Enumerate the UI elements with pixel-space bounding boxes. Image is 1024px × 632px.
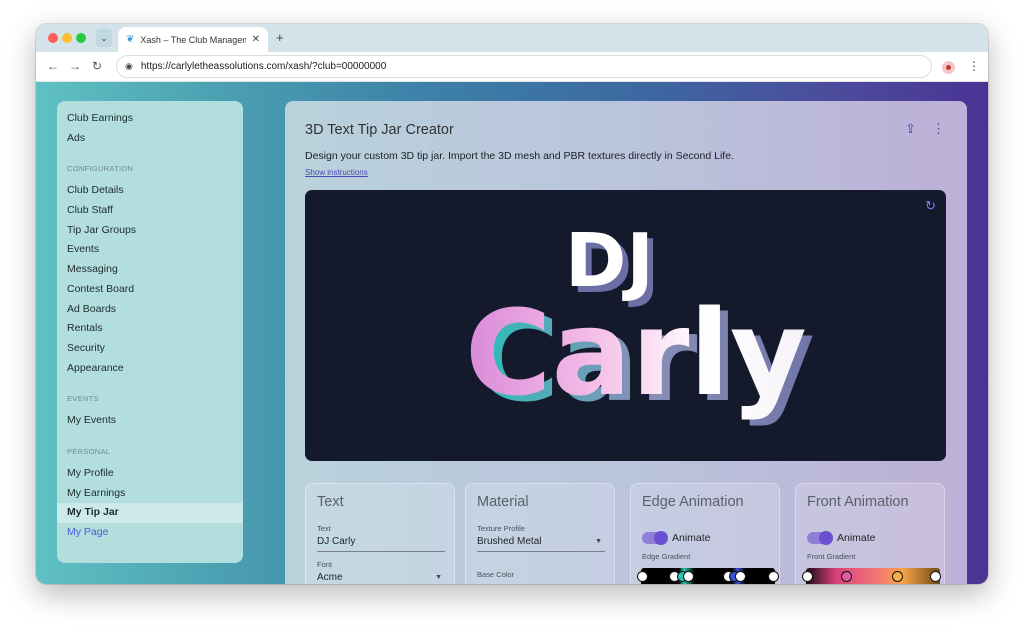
gradient-stop[interactable]: [930, 571, 941, 582]
browser-menu-icon[interactable]: ⋮: [968, 59, 980, 73]
sidebar-section-personal: PERSONAL: [67, 446, 111, 456]
texture-field-underline: [477, 551, 605, 552]
texture-profile-select[interactable]: Brushed Metal: [477, 536, 541, 547]
address-bar[interactable]: ◉ https://carlyletheassolutions.com/xash…: [116, 55, 932, 78]
texture-dropdown-icon[interactable]: ▼: [595, 538, 602, 545]
maximize-window-button[interactable]: [76, 33, 86, 43]
text-panel: Text Text DJ Carly Font Acme ▼: [305, 483, 455, 584]
text-field-label: Text: [317, 524, 331, 533]
sidebar-item-club-details[interactable]: Club Details: [57, 181, 243, 201]
browser-window: ⌄ ❦ Xash – The Club Management ✕ + ← → ↻…: [36, 24, 988, 584]
front-animation-title: Front Animation: [807, 494, 909, 510]
text-panel-title: Text: [317, 494, 344, 510]
sidebar-item-my-earnings[interactable]: My Earnings: [57, 484, 243, 504]
texture-profile-label: Texture Profile: [477, 524, 525, 533]
sidebar-item-club-earnings[interactable]: Club Earnings: [57, 109, 243, 129]
favicon-icon: ❦: [126, 34, 135, 45]
gradient-stop[interactable]: [768, 571, 779, 582]
3d-preview[interactable]: DJ DJ Carly Carly ↻: [305, 190, 946, 461]
browser-tab[interactable]: ❦ Xash – The Club Management ✕: [118, 27, 268, 52]
preview-line2: Carly: [465, 284, 807, 422]
tab-bar: ⌄ ❦ Xash – The Club Management ✕ +: [36, 24, 988, 52]
edge-gradient-label: Edge Gradient: [642, 552, 691, 561]
sidebar-item-contest-board[interactable]: Contest Board: [57, 280, 243, 300]
sidebar-section-configuration: CONFIGURATION: [67, 164, 134, 174]
tab-search-icon[interactable]: ⌄: [96, 29, 112, 47]
edge-animate-label: Animate: [672, 532, 711, 544]
gradient-stop[interactable]: [802, 571, 813, 582]
sidebar-item-appearance[interactable]: Appearance: [57, 359, 243, 379]
upload-icon[interactable]: ⇪: [905, 121, 916, 137]
front-gradient-bar[interactable]: [806, 568, 940, 584]
reset-view-icon[interactable]: ↻: [925, 198, 936, 214]
toggle-knob: [654, 531, 668, 545]
reload-icon[interactable]: ↻: [92, 59, 102, 73]
page-description: Design your custom 3D tip jar. Import th…: [305, 150, 734, 162]
sidebar-item-club-staff[interactable]: Club Staff: [57, 201, 243, 221]
sidebar: Club Earnings Ads CONFIGURATION Club Det…: [57, 101, 243, 563]
sidebar-item-my-tip-jar[interactable]: My Tip Jar: [57, 503, 243, 523]
edge-animation-title: Edge Animation: [642, 494, 744, 510]
extension-icon[interactable]: [942, 61, 955, 74]
tab-title: Xash – The Club Management: [140, 34, 245, 45]
gradient-stop[interactable]: [683, 571, 694, 582]
gradient-stop[interactable]: [841, 571, 852, 582]
sidebar-item-ads[interactable]: Ads: [57, 129, 243, 149]
text-field[interactable]: DJ Carly: [317, 536, 355, 547]
sidebar-item-ad-boards[interactable]: Ad Boards: [57, 300, 243, 320]
sidebar-item-security[interactable]: Security: [57, 339, 243, 359]
front-animate-toggle[interactable]: [807, 531, 833, 545]
material-panel-title: Material: [477, 494, 529, 510]
forward-icon[interactable]: →: [69, 59, 81, 73]
text-field-underline: [317, 551, 445, 552]
sidebar-item-messaging[interactable]: Messaging: [57, 260, 243, 280]
show-instructions-link[interactable]: Show instructions: [305, 168, 368, 177]
material-panel: Material Texture Profile Brushed Metal ▼…: [465, 483, 615, 584]
more-options-icon[interactable]: ⋮: [932, 121, 945, 137]
front-gradient-label: Front Gradient: [807, 552, 856, 561]
preview-render: DJ DJ Carly Carly: [465, 218, 815, 428]
sidebar-item-my-events[interactable]: My Events: [57, 411, 243, 431]
base-color-label: Base Color: [477, 570, 515, 579]
site-info-icon[interactable]: ◉: [125, 61, 133, 72]
close-window-button[interactable]: [48, 33, 58, 43]
page-title: 3D Text Tip Jar Creator: [305, 122, 454, 138]
sidebar-item-my-page[interactable]: My Page: [57, 523, 243, 543]
gradient-stop[interactable]: [892, 571, 903, 582]
font-dropdown-icon[interactable]: ▼: [435, 574, 442, 581]
edge-animate-toggle[interactable]: [642, 531, 668, 545]
front-animate-label: Animate: [837, 532, 876, 544]
edge-animation-panel: Edge Animation Animate Edge Gradient: [630, 483, 780, 584]
toggle-knob: [819, 531, 833, 545]
sidebar-item-tip-jar-groups[interactable]: Tip Jar Groups: [57, 221, 243, 241]
sidebar-item-my-profile[interactable]: My Profile: [57, 464, 243, 484]
url-text: https://carlyletheassolutions.com/xash/?…: [140, 61, 387, 72]
gradient-stop[interactable]: [637, 571, 648, 582]
sidebar-item-rentals[interactable]: Rentals: [57, 319, 243, 339]
sidebar-item-events[interactable]: Events: [57, 240, 243, 260]
browser-toolbar: ← → ↻ ◉ https://carlyletheassolutions.co…: [36, 52, 988, 82]
gradient-stop[interactable]: [735, 571, 746, 582]
back-icon[interactable]: ←: [47, 59, 59, 73]
minimize-window-button[interactable]: [62, 33, 72, 43]
front-animation-panel: Front Animation Animate Front Gradient: [795, 483, 945, 584]
tab-close-icon[interactable]: ✕: [252, 34, 260, 45]
tip-jar-creator-card: 3D Text Tip Jar Creator ⇪ ⋮ Design your …: [285, 101, 967, 584]
new-tab-icon[interactable]: +: [276, 30, 284, 45]
page-content: Club Earnings Ads CONFIGURATION Club Det…: [36, 82, 988, 584]
font-field-label: Font: [317, 560, 333, 569]
font-select[interactable]: Acme: [317, 572, 343, 583]
card-actions: ⇪ ⋮: [905, 121, 945, 137]
sidebar-section-events: EVENTS: [67, 394, 99, 404]
edge-gradient-bar[interactable]: [641, 568, 775, 584]
